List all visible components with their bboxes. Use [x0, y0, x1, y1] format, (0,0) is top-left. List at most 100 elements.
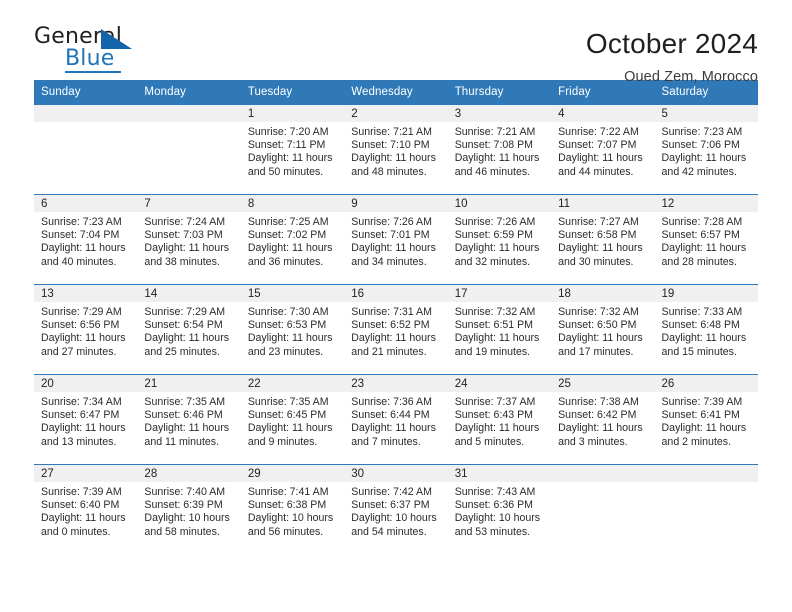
calendar-day-cell[interactable]: 25 Sunrise: 7:38 AM Sunset: 6:42 PM Dayligh… — [551, 374, 655, 465]
day-cell-content: 16 Sunrise: 7:31 AM Sunset: 6:52 PM Dayligh… — [344, 285, 448, 374]
daylight-duration-line2: and 15 minutes. — [661, 345, 737, 358]
logo-text-blue: Blue — [65, 46, 115, 71]
calendar-day-cell[interactable]: 21 Sunrise: 7:35 AM Sunset: 6:46 PM Dayligh… — [137, 374, 241, 465]
daylight-duration-line1: Daylight: 11 hours — [558, 242, 643, 255]
day-details: Sunrise: 7:21 AM Sunset: 7:08 PM Daylight:… — [448, 122, 551, 179]
day-cell-content: 29 Sunrise: 7:41 AM Sunset: 6:38 PM Dayligh… — [240, 465, 345, 554]
calendar-day-cell[interactable]: 11 Sunrise: 7:27 AM Sunset: 6:58 PM Dayligh… — [551, 194, 655, 285]
calendar-day-cell[interactable]: 12 Sunrise: 7:28 AM Sunset: 6:57 PM Dayligh… — [654, 194, 758, 285]
daylight-duration-line2: and 53 minutes. — [454, 525, 531, 538]
calendar-day-cell[interactable]: 27 Sunrise: 7:39 AM Sunset: 6:40 PM Dayligh… — [34, 464, 138, 554]
calendar-day-cell[interactable]: 28 Sunrise: 7:40 AM Sunset: 6:39 PM Dayligh… — [137, 464, 241, 554]
calendar-day-cell[interactable]: 2 Sunrise: 7:21 AM Sunset: 7:10 PM Daylight… — [344, 104, 448, 195]
daylight-duration-line2: and 13 minutes. — [41, 435, 117, 448]
day-cell-content — [137, 105, 241, 194]
calendar-day-cell[interactable]: 16 Sunrise: 7:31 AM Sunset: 6:52 PM Dayligh… — [344, 284, 448, 375]
sunrise-time: Sunrise: 7:43 AM — [454, 486, 536, 498]
sunrise-time: Sunrise: 7:39 AM — [41, 486, 122, 498]
sunrise-time: Sunrise: 7:29 AM — [41, 306, 122, 318]
daylight-duration-line2: and 9 minutes. — [247, 435, 318, 448]
day-number: 21 — [137, 375, 241, 392]
calendar-day-cell[interactable]: 4 Sunrise: 7:22 AM Sunset: 7:07 PM Daylight… — [551, 104, 655, 195]
day-cell-content: 22 Sunrise: 7:35 AM Sunset: 6:45 PM Dayligh… — [240, 375, 345, 464]
daylight-duration-line2: and 38 minutes. — [144, 255, 220, 268]
general-blue-logo[interactable]: General Blue — [34, 26, 164, 78]
day-cell-content: 18 Sunrise: 7:32 AM Sunset: 6:50 PM Dayligh… — [551, 285, 655, 374]
calendar-day-cell[interactable]: 24 Sunrise: 7:37 AM Sunset: 6:43 PM Dayligh… — [447, 374, 552, 465]
calendar-day-cell[interactable]: 18 Sunrise: 7:32 AM Sunset: 6:50 PM Dayligh… — [551, 284, 655, 375]
sunrise-time: Sunrise: 7:32 AM — [454, 306, 536, 318]
calendar-day-cell[interactable]: 8 Sunrise: 7:25 AM Sunset: 7:02 PM Daylight… — [240, 194, 345, 285]
sunrise-time: Sunrise: 7:26 AM — [454, 216, 536, 228]
sunrise-time: Sunrise: 7:26 AM — [351, 216, 432, 228]
month-calendar: Sunday Monday Tuesday Wednesday Thursday Frid… — [34, 80, 758, 554]
calendar-day-cell[interactable]: 20 Sunrise: 7:34 AM Sunset: 6:47 PM Dayligh… — [34, 374, 138, 465]
calendar-day-cell[interactable]: 19 Sunrise: 7:33 AM Sunset: 6:48 PM Dayligh… — [654, 284, 758, 375]
day-details: Sunrise: 7:31 AM Sunset: 6:52 PM Daylight:… — [344, 302, 447, 359]
day-number: 14 — [137, 285, 241, 302]
calendar-day-cell[interactable]: 1 Sunrise: 7:20 AM Sunset: 7:11 PM Daylight… — [240, 104, 345, 195]
daylight-duration-line1: Daylight: 10 hours — [144, 512, 230, 525]
page-title: October 2024 — [585, 28, 758, 59]
calendar-cell-empty — [551, 464, 655, 554]
calendar-week-row: 1 Sunrise: 7:20 AM Sunset: 7:11 PM Daylight… — [34, 104, 758, 195]
sunset-time: Sunset: 6:43 PM — [454, 409, 534, 422]
logo-underline — [65, 71, 121, 73]
calendar-day-cell[interactable]: 31 Sunrise: 7:43 AM Sunset: 6:36 PM Dayligh… — [447, 464, 552, 554]
sunset-time: Sunset: 6:36 PM — [454, 499, 534, 512]
calendar-day-cell[interactable]: 22 Sunrise: 7:35 AM Sunset: 6:45 PM Dayligh… — [240, 374, 345, 465]
sunset-time: Sunset: 6:44 PM — [351, 409, 430, 422]
sunset-time: Sunset: 6:51 PM — [454, 319, 534, 332]
day-number: 23 — [344, 375, 448, 392]
calendar-day-cell[interactable]: 3 Sunrise: 7:21 AM Sunset: 7:08 PM Daylight… — [447, 104, 552, 195]
daylight-duration-line1: Daylight: 11 hours — [351, 332, 436, 345]
day-number: 25 — [551, 375, 655, 392]
sunrise-time: Sunrise: 7:37 AM — [454, 396, 536, 408]
sunrise-time: Sunrise: 7:34 AM — [41, 396, 122, 408]
calendar-day-cell[interactable]: 10 Sunrise: 7:26 AM Sunset: 6:59 PM Dayligh… — [447, 194, 552, 285]
calendar-day-cell[interactable]: 6 Sunrise: 7:23 AM Sunset: 7:04 PM Daylight… — [34, 194, 138, 285]
day-cell-content: 13 Sunrise: 7:29 AM Sunset: 6:56 PM Dayligh… — [34, 285, 138, 374]
sunrise-time: Sunrise: 7:38 AM — [558, 396, 639, 408]
day-details: Sunrise: 7:22 AM Sunset: 7:07 PM Daylight:… — [551, 122, 654, 179]
calendar-day-cell[interactable]: 15 Sunrise: 7:30 AM Sunset: 6:53 PM Dayligh… — [240, 284, 345, 375]
daylight-duration-line2: and 46 minutes. — [454, 165, 531, 178]
calendar-day-cell[interactable]: 29 Sunrise: 7:41 AM Sunset: 6:38 PM Dayligh… — [240, 464, 345, 554]
calendar-day-cell[interactable]: 26 Sunrise: 7:39 AM Sunset: 6:41 PM Dayligh… — [654, 374, 758, 465]
calendar-day-cell[interactable]: 30 Sunrise: 7:42 AM Sunset: 6:37 PM Dayligh… — [344, 464, 448, 554]
daylight-duration-line1: Daylight: 11 hours — [454, 332, 540, 345]
sunset-time: Sunset: 6:46 PM — [144, 409, 223, 422]
sunset-time: Sunset: 7:01 PM — [351, 229, 430, 242]
sunset-time: Sunset: 6:42 PM — [558, 409, 637, 422]
daylight-duration-line2: and 32 minutes. — [454, 255, 531, 268]
sunset-time: Sunset: 7:06 PM — [661, 139, 740, 152]
sunrise-time: Sunrise: 7:23 AM — [661, 126, 743, 138]
calendar-day-cell[interactable]: 23 Sunrise: 7:36 AM Sunset: 6:44 PM Dayligh… — [344, 374, 448, 465]
daylight-duration-line2: and 25 minutes. — [144, 345, 220, 358]
day-cell-content: 25 Sunrise: 7:38 AM Sunset: 6:42 PM Dayligh… — [551, 375, 655, 464]
sunrise-time: Sunrise: 7:30 AM — [247, 306, 329, 318]
sunset-time: Sunset: 6:47 PM — [41, 409, 120, 422]
daylight-duration-line1: Daylight: 11 hours — [661, 242, 747, 255]
sunset-time: Sunset: 7:08 PM — [454, 139, 534, 152]
daylight-duration-line2: and 21 minutes. — [351, 345, 427, 358]
sunset-time: Sunset: 7:02 PM — [247, 229, 327, 242]
daylight-duration-line1: Daylight: 11 hours — [247, 242, 333, 255]
calendar-day-cell[interactable]: 7 Sunrise: 7:24 AM Sunset: 7:03 PM Daylight… — [137, 194, 241, 285]
day-cell-content: 12 Sunrise: 7:28 AM Sunset: 6:57 PM Dayligh… — [654, 195, 758, 284]
day-number: 22 — [240, 375, 345, 392]
daylight-duration-line1: Daylight: 10 hours — [454, 512, 541, 525]
calendar-day-cell[interactable]: 13 Sunrise: 7:29 AM Sunset: 6:56 PM Dayligh… — [34, 284, 138, 375]
calendar-week-row: 13 Sunrise: 7:29 AM Sunset: 6:56 PM Dayligh… — [34, 284, 758, 375]
daylight-duration-line1: Daylight: 11 hours — [661, 332, 747, 345]
sunset-time: Sunset: 7:03 PM — [144, 229, 223, 242]
calendar-day-cell[interactable]: 17 Sunrise: 7:32 AM Sunset: 6:51 PM Dayligh… — [447, 284, 552, 375]
day-cell-content: 20 Sunrise: 7:34 AM Sunset: 6:47 PM Dayligh… — [34, 375, 138, 464]
day-details: Sunrise: 7:26 AM Sunset: 6:59 PM Daylight:… — [448, 212, 551, 269]
calendar-day-cell[interactable]: 9 Sunrise: 7:26 AM Sunset: 7:01 PM Daylight… — [344, 194, 448, 285]
sunset-time: Sunset: 6:37 PM — [351, 499, 430, 512]
calendar-day-cell[interactable]: 5 Sunrise: 7:23 AM Sunset: 7:06 PM Daylight… — [654, 104, 758, 195]
calendar-day-cell[interactable]: 14 Sunrise: 7:29 AM Sunset: 6:54 PM Dayligh… — [137, 284, 241, 375]
day-number: 1 — [240, 105, 345, 122]
sunset-time: Sunset: 6:39 PM — [144, 499, 223, 512]
